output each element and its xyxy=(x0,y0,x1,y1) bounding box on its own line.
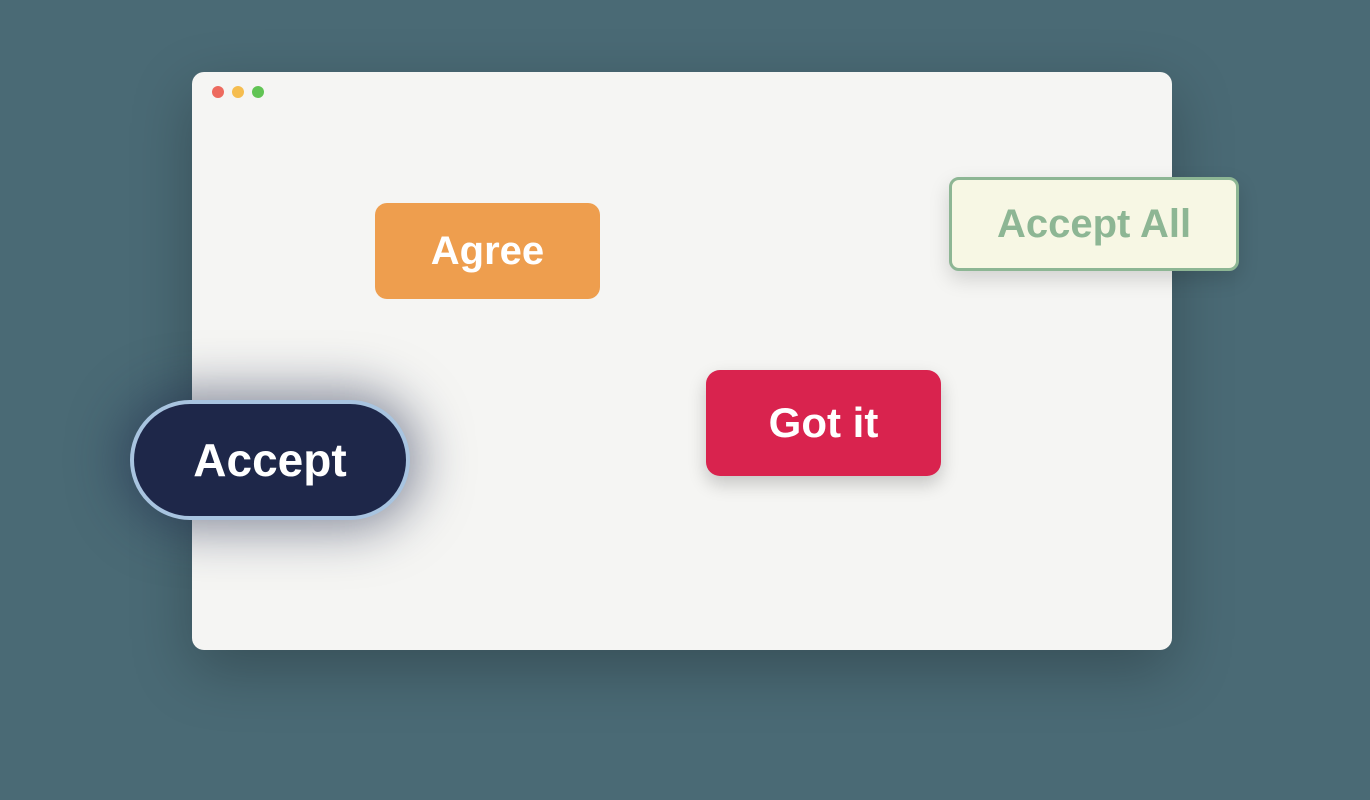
agree-button[interactable]: Agree xyxy=(375,203,600,299)
minimize-icon[interactable] xyxy=(232,86,244,98)
close-icon[interactable] xyxy=(212,86,224,98)
window-titlebar xyxy=(192,72,1172,112)
accept-all-button[interactable]: Accept All xyxy=(949,177,1239,271)
accept-button[interactable]: Accept xyxy=(130,400,410,520)
app-window xyxy=(192,72,1172,650)
got-it-button[interactable]: Got it xyxy=(706,370,941,476)
maximize-icon[interactable] xyxy=(252,86,264,98)
